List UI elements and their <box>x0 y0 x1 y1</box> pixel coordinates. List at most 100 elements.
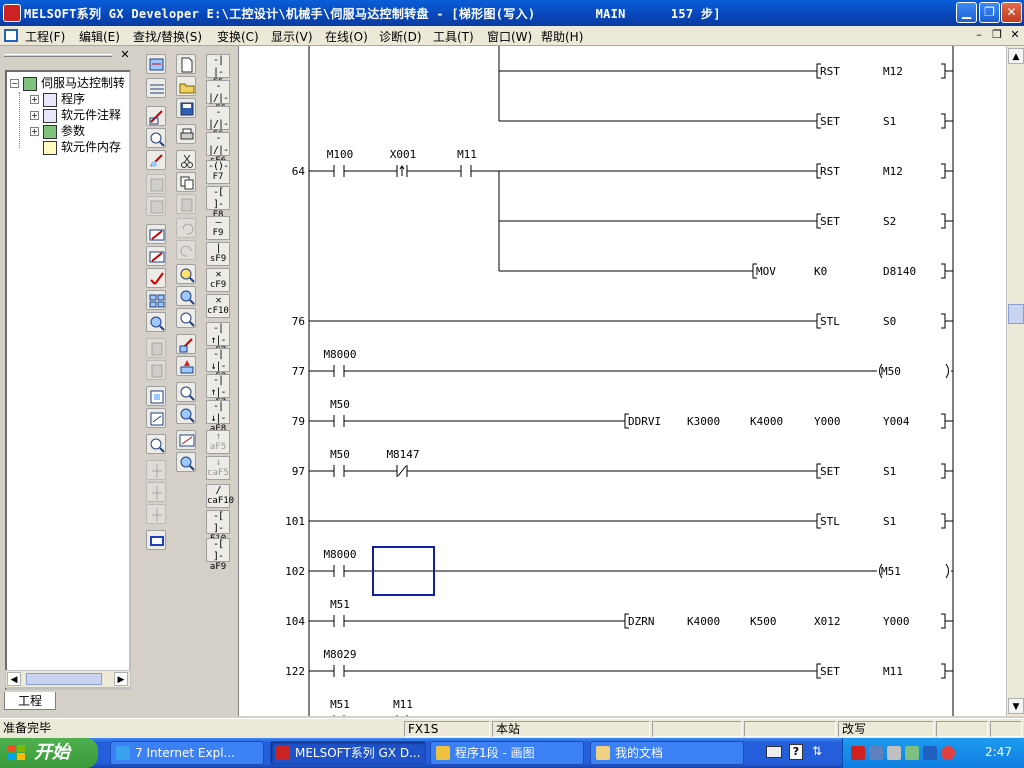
ladder-vertical-scrollbar[interactable]: ▲ ▼ <box>1006 46 1024 716</box>
scroll-right-icon[interactable]: ▶ <box>114 672 128 686</box>
fkey-f7[interactable]: -()- F7 <box>206 160 230 184</box>
menu-edit[interactable]: 编辑(E) <box>79 28 120 45</box>
disabled-tool-icon[interactable] <box>146 196 166 216</box>
ladder-diagram[interactable]: RST M12 SET S1 64 M100 X001 M11 RST M12 SET S2 MOV K0… <box>238 46 1006 716</box>
disabled-tool-icon[interactable] <box>146 482 166 502</box>
task-my-documents[interactable]: 我的文档 <box>590 741 744 765</box>
find-device-icon[interactable] <box>176 264 196 284</box>
scroll-down-icon[interactable]: ▼ <box>1008 698 1024 714</box>
mdi-minimize-icon[interactable]: – <box>972 28 986 42</box>
redo-icon[interactable] <box>176 240 196 260</box>
comment-display-icon[interactable] <box>146 408 166 428</box>
fkey-f8[interactable]: -[ ]- F8 <box>206 186 230 220</box>
network-icon[interactable]: ⇅ <box>812 744 826 760</box>
ladder-monitor-icon[interactable] <box>146 54 166 74</box>
tree-item-parameter[interactable]: + 参数 <box>30 123 85 139</box>
k-icon[interactable] <box>851 746 865 760</box>
scroll-thumb[interactable] <box>1008 304 1024 324</box>
panel-grip[interactable] <box>4 54 112 57</box>
task-paint[interactable]: 程序1段 - 画图 <box>430 741 584 765</box>
document-icon[interactable] <box>4 29 18 42</box>
read-mode-icon[interactable] <box>146 128 166 148</box>
mdi-close-icon[interactable]: ✕ <box>1008 28 1022 42</box>
disabled-tool-icon[interactable] <box>146 460 166 480</box>
fkey-caf10[interactable]: / caF10 <box>206 484 234 508</box>
fkey-f5[interactable]: -| |-F5 <box>206 54 230 88</box>
new-file-icon[interactable] <box>176 54 196 74</box>
mdi-restore-icon[interactable]: ❐ <box>990 28 1004 42</box>
task-internet-explorer[interactable]: 7 Internet Expl... <box>110 741 264 765</box>
app-icon[interactable] <box>3 4 21 22</box>
update-icon[interactable] <box>905 746 919 760</box>
scroll-thumb[interactable] <box>26 673 102 685</box>
fkey-af9[interactable]: -[ ]- aF9 <box>206 538 230 572</box>
zoom-icon[interactable] <box>146 386 166 406</box>
fkey-cf10[interactable]: ✕ cF10 <box>206 294 230 318</box>
list-mode-icon[interactable] <box>146 78 166 98</box>
check-icon[interactable] <box>146 268 166 288</box>
fkey-cf9[interactable]: ✕ cF9 <box>206 268 230 292</box>
device-list-icon[interactable] <box>176 404 196 424</box>
screen-icon[interactable] <box>146 530 166 550</box>
expand-icon[interactable]: + <box>30 111 39 120</box>
close-button[interactable]: ✕ <box>1001 2 1022 23</box>
collapse-icon[interactable]: − <box>10 79 19 88</box>
fkey-sf5[interactable]: -|/|-sF5 <box>206 80 230 114</box>
fkey-sf9[interactable]: | sF9 <box>206 242 230 266</box>
start-button[interactable]: 开始 <box>0 738 98 768</box>
cut-icon[interactable] <box>176 150 196 170</box>
print-icon[interactable] <box>176 124 196 144</box>
paste-icon[interactable] <box>176 194 196 214</box>
disabled-tool-icon[interactable] <box>146 338 166 358</box>
expand-icon[interactable]: + <box>30 127 39 136</box>
tree-item-program[interactable]: + 程序 <box>30 91 85 107</box>
tree-root[interactable]: − 伺服马达控制转 <box>10 75 125 91</box>
tree-horizontal-scrollbar[interactable]: ◀ ▶ <box>5 670 131 688</box>
panel-close-icon[interactable]: ✕ <box>119 49 131 61</box>
replace-instruction-icon[interactable] <box>176 356 196 376</box>
fkey-f9[interactable]: — F9 <box>206 216 230 240</box>
expand-icon[interactable]: + <box>30 95 39 104</box>
menu-window[interactable]: 窗口(W) <box>487 28 532 45</box>
undo-icon[interactable] <box>176 218 196 238</box>
menu-online[interactable]: 在线(O) <box>325 28 368 45</box>
menu-tools[interactable]: 工具(T) <box>433 28 474 45</box>
fkey-af7[interactable]: -|↑|-aF7 <box>206 374 230 408</box>
monitor-write-icon[interactable] <box>146 150 166 170</box>
save-icon[interactable] <box>176 98 196 118</box>
monitor-tray-icon[interactable] <box>869 746 883 760</box>
menu-find-replace[interactable]: 查找/替换(S) <box>133 28 202 45</box>
maximize-button[interactable]: ❐ <box>979 2 1000 23</box>
audio-icon[interactable] <box>887 746 901 760</box>
device-batch-icon[interactable] <box>146 290 166 310</box>
copy-icon[interactable] <box>176 172 196 192</box>
convert-icon[interactable] <box>146 224 166 244</box>
convert-all-icon[interactable] <box>146 246 166 266</box>
find-step-icon[interactable] <box>176 308 196 328</box>
menu-view[interactable]: 显示(V) <box>271 28 313 45</box>
write-mode-icon[interactable] <box>146 106 166 126</box>
find-icon[interactable] <box>146 434 166 454</box>
menu-help[interactable]: 帮助(H) <box>541 28 583 45</box>
tree-item-device-memory[interactable]: 软元件内存 <box>43 139 121 155</box>
fkey-caf5[interactable]: ↓ caF5 <box>206 456 230 480</box>
help-icon[interactable]: ? <box>789 744 803 760</box>
fkey-f6[interactable]: -|/|-F6 <box>206 106 230 140</box>
menu-project[interactable]: 工程(F) <box>25 28 65 45</box>
tab-project[interactable]: 工程 <box>4 692 56 710</box>
ladder-canvas[interactable]: RST M12 SET S1 64 M100 X001 M11 RST M12 SET S2 MOV K0… <box>239 46 1006 716</box>
disabled-tool-icon[interactable] <box>146 504 166 524</box>
fkey-sf8[interactable]: -|↓|-sF8 <box>206 348 230 382</box>
monitor-search-icon[interactable] <box>176 452 196 472</box>
minimize-button[interactable]: ▁ <box>956 2 977 23</box>
fkey-sf6[interactable]: -|/|-sF6 <box>206 132 230 166</box>
disabled-tool-icon[interactable] <box>146 174 166 194</box>
menu-convert[interactable]: 变换(C) <box>217 28 259 45</box>
security-icon[interactable] <box>941 746 955 760</box>
fkey-f10[interactable]: -[ ]-F10 <box>206 510 230 544</box>
find-instruction-icon[interactable] <box>176 286 196 306</box>
scroll-up-icon[interactable]: ▲ <box>1008 48 1024 64</box>
display-icon[interactable] <box>923 746 937 760</box>
menu-diagnose[interactable]: 诊断(D) <box>379 28 422 45</box>
fkey-af5[interactable]: ↑ aF5 <box>206 430 230 454</box>
